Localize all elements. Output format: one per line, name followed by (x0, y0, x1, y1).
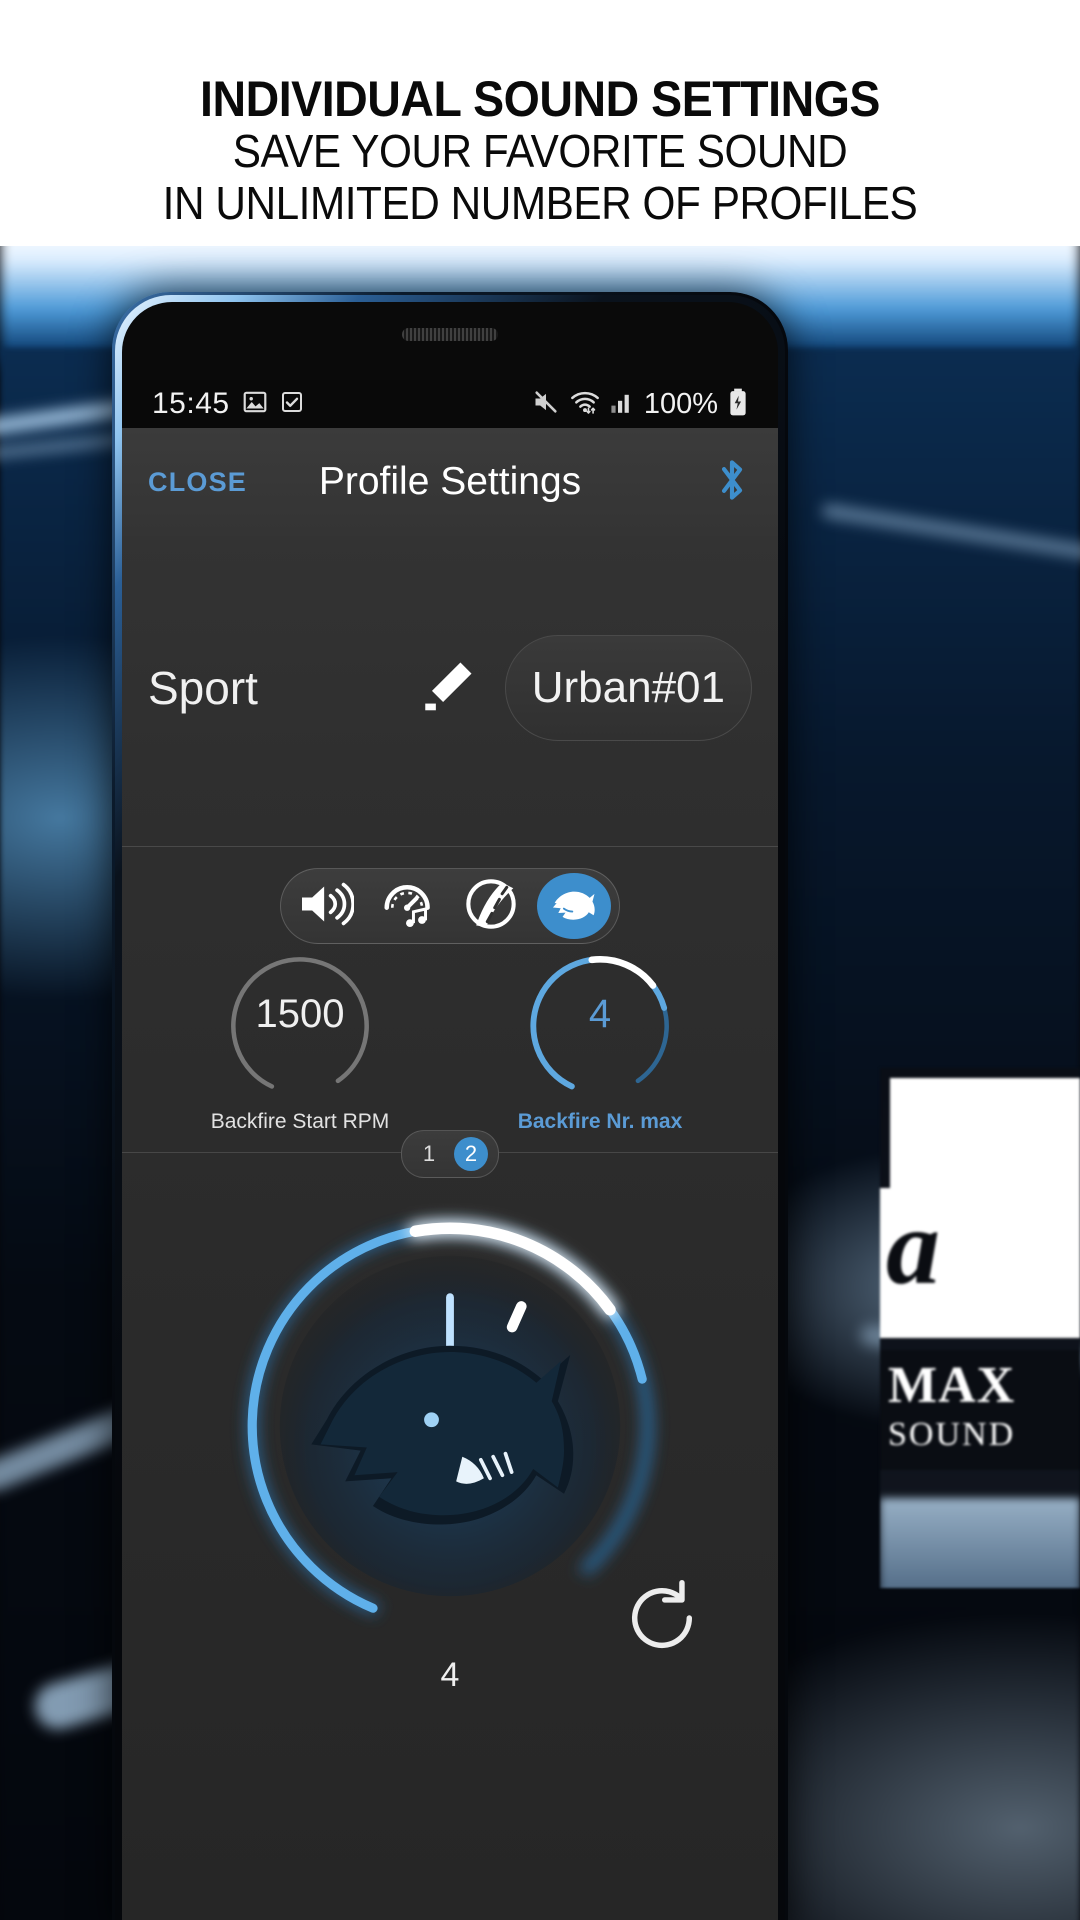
tab-road[interactable] (454, 873, 528, 939)
reset-button[interactable] (620, 1576, 704, 1660)
pencil-icon[interactable] (417, 655, 479, 722)
promo-headline: INDIVIDUAL SOUND SETTINGS (200, 71, 880, 127)
gauge-backfire-nr-max[interactable]: 4 Backfire Nr. max (500, 946, 700, 1133)
battery-charging-icon (728, 388, 748, 421)
divider (122, 846, 778, 847)
close-button[interactable]: CLOSE (148, 467, 247, 498)
battery-percent: 100% (643, 387, 718, 420)
image-icon (242, 389, 268, 420)
status-bar-right: 100% (532, 388, 748, 421)
promo-subline-2: IN UNLIMITED NUMBER OF PROFILES (162, 177, 918, 229)
bluetooth-icon[interactable] (712, 456, 752, 509)
page-dot-2[interactable]: 2 (454, 1137, 488, 1171)
speaker-icon (298, 880, 355, 933)
status-bar-left: 15:45 (152, 387, 304, 421)
poster-big-letter: a (886, 1188, 940, 1307)
poster-rail (880, 1498, 1080, 1588)
app-content: Sport Urban#01 1500 Backfire Start RPM 4… (122, 536, 778, 1920)
app-bar: CLOSE Profile Settings (122, 428, 778, 536)
main-gauge[interactable] (220, 1196, 680, 1656)
road-icon (463, 878, 519, 935)
gauge-value: 1500 (255, 992, 345, 1036)
reset-icon (631, 1579, 693, 1649)
tab-volume[interactable] (289, 873, 363, 939)
mute-icon (532, 388, 560, 421)
tab-rpm-sound[interactable] (372, 873, 446, 939)
gauges-row: 1500 Backfire Start RPM 4 Backfire Nr. m… (122, 946, 778, 1136)
background-poster: nlea your a MAX SOUND (880, 1068, 1080, 1588)
checkbox-icon (280, 390, 304, 419)
wifi-icon (570, 388, 600, 421)
profile-row: Sport Urban#01 (122, 628, 778, 748)
status-bar: 15:45 100% (122, 380, 778, 428)
poster-text-line2: your (900, 1130, 955, 1163)
tab-backfire[interactable] (536, 873, 611, 939)
promo-banner: INDIVIDUAL SOUND SETTINGS SAVE YOUR FAVO… (0, 0, 1080, 246)
poster-sound-text: SOUND (888, 1416, 1016, 1453)
gauge-backfire-start-rpm[interactable]: 1500 Backfire Start RPM (200, 946, 400, 1133)
poster-max-text: MAX (888, 1357, 1016, 1414)
gauge-music-icon (380, 878, 438, 935)
phone-mockup: 15:45 100% CLOSE Profile Settings Sport … (112, 292, 788, 1920)
poster-text-line1: nlea (894, 1087, 960, 1129)
signal-icon (610, 390, 632, 419)
jaguar-icon (548, 880, 600, 933)
page-indicator: 1 2 (401, 1130, 499, 1178)
earpiece-speaker (402, 328, 498, 341)
phone-screen: 15:45 100% CLOSE Profile Settings Sport … (122, 302, 778, 1920)
promo-subline-1: SAVE YOUR FAVORITE SOUND (232, 125, 848, 177)
gauge-label: Backfire Nr. max (517, 1110, 683, 1133)
status-time: 15:45 (152, 387, 230, 420)
main-gauge-value: 4 (440, 1656, 460, 1694)
profile-mode-label: Sport (148, 662, 258, 714)
gauge-label: Backfire Start RPM (210, 1110, 390, 1133)
feature-tab-bar (280, 868, 620, 944)
gauge-value: 4 (588, 992, 612, 1036)
page-dot-1[interactable]: 1 (412, 1137, 446, 1171)
main-gauge-ring (244, 1220, 656, 1632)
profile-name-field[interactable]: Urban#01 (504, 635, 752, 741)
screenshot-root: nlea your a MAX SOUND 15:45 100% CLOSE P… (0, 0, 1080, 1920)
